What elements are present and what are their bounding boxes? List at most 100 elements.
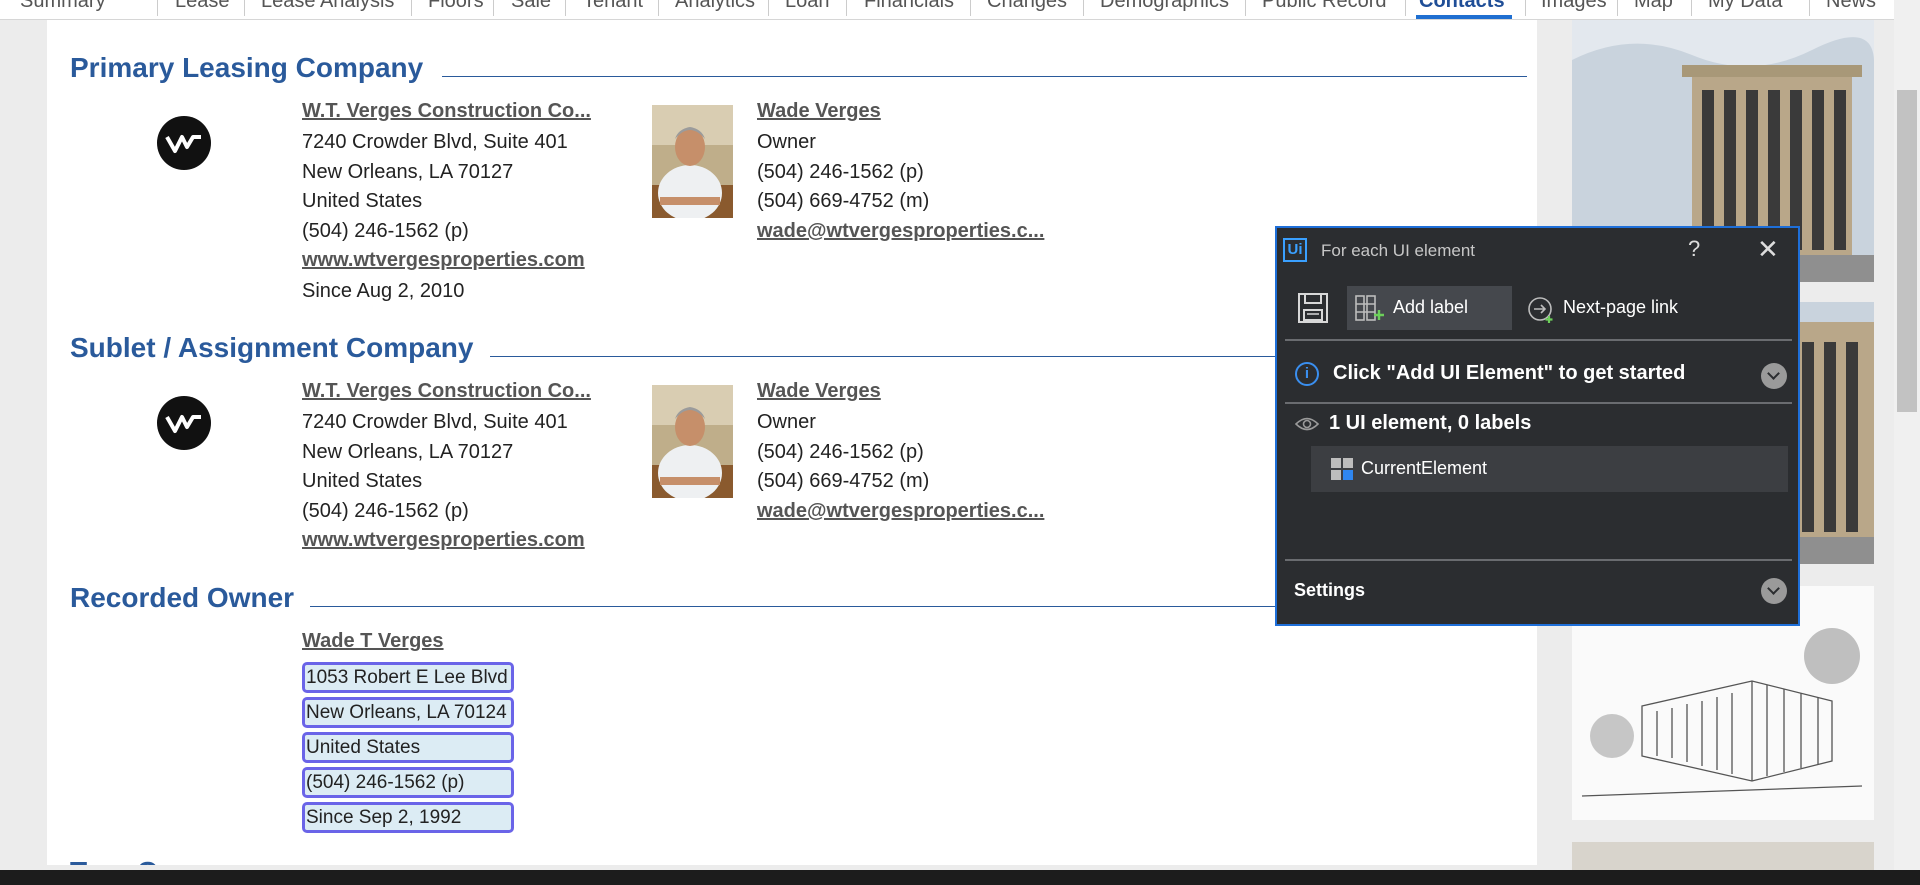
close-button[interactable]: ✕ — [1757, 234, 1779, 265]
company-address: 7240 Crowder Blvd, Suite 401 — [302, 411, 568, 433]
tab-loan[interactable]: Loan — [785, 0, 830, 13]
os-taskbar — [0, 870, 1920, 885]
add-label-text: Add label — [1393, 297, 1469, 317]
tab-lease[interactable]: Lease — [175, 0, 230, 13]
ui-element-icon — [1331, 458, 1353, 480]
contact-role: Owner — [757, 411, 816, 433]
tab-separator — [565, 0, 566, 16]
contact-email-link[interactable]: wade@wtvergesproperties.c... — [757, 220, 1044, 243]
contact-name-link[interactable]: Wade Verges — [757, 100, 881, 123]
tab-separator — [1405, 0, 1406, 16]
tab-separator — [768, 0, 769, 16]
elements-summary-text: 1 UI element, 0 labels — [1329, 412, 1532, 434]
tab-separator — [846, 0, 847, 16]
contact-email-link[interactable]: wade@wtvergesproperties.c... — [757, 500, 1044, 523]
uipath-logo-icon: Ui — [1283, 238, 1307, 262]
info-icon: i — [1295, 362, 1319, 386]
section-title-primary-leasing: Primary Leasing Company — [70, 52, 424, 83]
dialog-divider — [1285, 559, 1792, 561]
company-phone: (504) 246-1562 (p) — [302, 500, 469, 522]
tab-demographics[interactable]: Demographics — [1100, 0, 1229, 13]
owner-address-highlighted[interactable]: 1053 Robert E Lee Blvd — [302, 662, 514, 693]
tab-separator — [1083, 0, 1084, 16]
dialog-divider — [1285, 339, 1792, 341]
tab-floors[interactable]: Floors — [428, 0, 484, 13]
tab-summary[interactable]: Summary — [20, 0, 106, 13]
company-phone: (504) 246-1562 (p) — [302, 220, 469, 242]
eye-icon[interactable] — [1295, 416, 1319, 432]
page-scrollbar[interactable] — [1894, 0, 1920, 870]
contact-mobile: (504) 669-4752 (m) — [757, 470, 930, 492]
owner-city-highlighted[interactable]: New Orleans, LA 70124 — [302, 697, 514, 728]
contact-role: Owner — [757, 131, 816, 153]
company-logo — [157, 116, 211, 170]
company-address: 7240 Crowder Blvd, Suite 401 — [302, 131, 568, 153]
tab-analytics[interactable]: Analytics — [675, 0, 755, 13]
contact-mobile: (504) 669-4752 (m) — [757, 190, 930, 212]
building-photo[interactable] — [1572, 842, 1874, 870]
contact-phone: (504) 246-1562 (p) — [757, 441, 924, 463]
add-label-button[interactable]: Add label — [1347, 286, 1512, 330]
tab-separator — [1525, 0, 1526, 16]
save-icon[interactable] — [1297, 292, 1329, 329]
tab-news[interactable]: News — [1826, 0, 1876, 13]
tab-contacts[interactable]: Contacts — [1419, 0, 1505, 13]
next-page-link-button[interactable]: Next-page link — [1527, 286, 1697, 330]
tab-map[interactable]: Map — [1634, 0, 1673, 13]
section-title-sublet: Sublet / Assignment Company — [70, 332, 474, 363]
company-website-link[interactable]: www.wtvergesproperties.com — [302, 249, 585, 272]
tab-tenant[interactable]: Tenant — [583, 0, 643, 13]
company-city: New Orleans, LA 70127 — [302, 441, 514, 463]
getting-started-text: Click "Add UI Element" to get started — [1333, 362, 1686, 384]
ui-element-label: CurrentElement — [1361, 458, 1488, 478]
tab-separator — [1617, 0, 1618, 16]
tab-separator — [970, 0, 971, 16]
tab-separator — [157, 0, 158, 16]
tab-images[interactable]: Images — [1541, 0, 1607, 13]
add-label-icon — [1355, 294, 1385, 327]
company-country: United States — [302, 470, 423, 492]
tab-separator — [493, 0, 494, 16]
tab-changes[interactable]: Changes — [987, 0, 1067, 13]
owner-name-link[interactable]: Wade T Verges — [302, 630, 444, 653]
tab-separator — [658, 0, 659, 16]
company-website-link[interactable]: www.wtvergesproperties.com — [302, 529, 585, 552]
company-logo — [157, 396, 211, 450]
tab-my-data[interactable]: My Data — [1708, 0, 1782, 13]
chevron-down-icon[interactable] — [1761, 578, 1787, 604]
company-city: New Orleans, LA 70127 — [302, 161, 514, 183]
tab-public-record[interactable]: Public Record — [1262, 0, 1387, 13]
top-tab-bar: Summary Lease Lease Analysis Floors Sale… — [0, 0, 1920, 20]
owner-since-highlighted[interactable]: Since Sep 2, 1992 — [302, 802, 514, 833]
contact-phone: (504) 246-1562 (p) — [757, 161, 924, 183]
owner-phone-highlighted[interactable]: (504) 246-1562 (p) — [302, 767, 514, 798]
company-name-link[interactable]: W.T. Verges Construction Co... — [302, 380, 591, 403]
tab-separator — [244, 0, 245, 16]
next-page-link-text: Next-page link — [1563, 297, 1679, 317]
company-name-link[interactable]: W.T. Verges Construction Co... — [302, 100, 591, 123]
contact-photo — [652, 105, 733, 218]
active-tab-indicator — [1416, 15, 1512, 19]
dialog-title: For each UI element — [1321, 241, 1476, 260]
section-title-recorded-owner: Recorded Owner — [70, 582, 295, 613]
company-country: United States — [302, 190, 423, 212]
section-title-true-owner: True Owner — [70, 856, 224, 865]
owner-country-highlighted[interactable]: United States — [302, 732, 514, 763]
tab-sale[interactable]: Sale — [511, 0, 551, 13]
contact-name-link[interactable]: Wade Verges — [757, 380, 881, 403]
scrollbar-thumb[interactable] — [1897, 90, 1917, 412]
settings-label[interactable]: Settings — [1294, 580, 1365, 601]
tab-separator — [1245, 0, 1246, 16]
tab-lease-analysis[interactable]: Lease Analysis — [261, 0, 394, 13]
tab-financials[interactable]: Financials — [864, 0, 954, 13]
chevron-down-icon[interactable] — [1761, 363, 1787, 389]
tab-separator — [1691, 0, 1692, 16]
company-since: Since Aug 2, 2010 — [302, 280, 465, 302]
ui-element-row[interactable]: CurrentElement — [1311, 446, 1788, 492]
tab-separator — [1809, 0, 1810, 16]
help-button[interactable]: ? — [1688, 236, 1700, 262]
next-page-icon — [1528, 297, 1553, 323]
contact-photo — [652, 385, 733, 498]
getting-started-row[interactable]: i Click "Add UI Element" to get started — [1277, 350, 1798, 402]
section-divider — [442, 76, 1527, 77]
